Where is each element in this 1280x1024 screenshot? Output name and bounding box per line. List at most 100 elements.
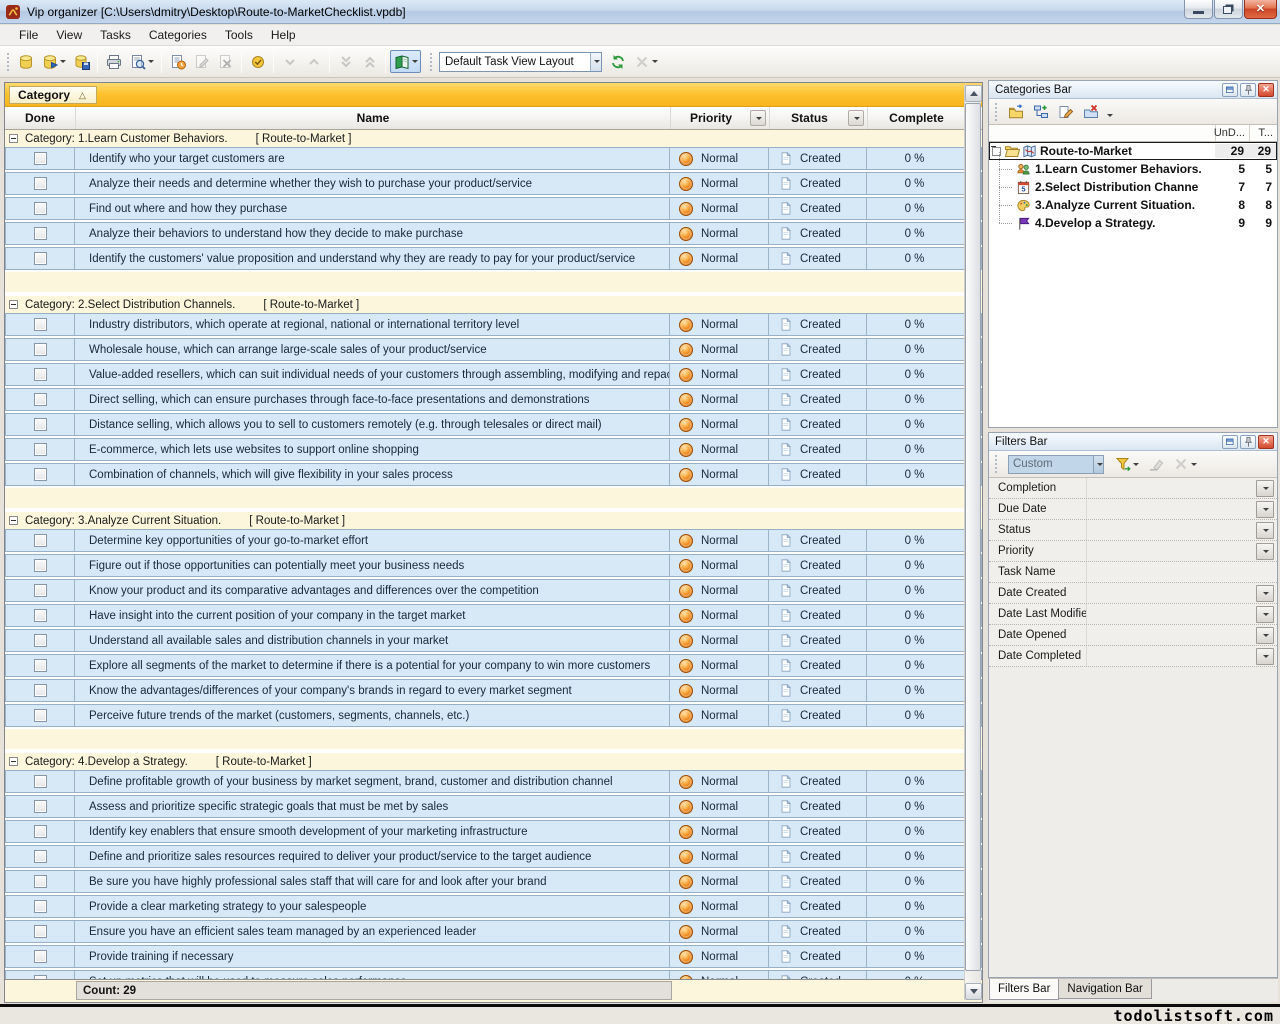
panel-collapse-button[interactable] (1222, 435, 1238, 449)
menu-tasks[interactable]: Tasks (91, 25, 140, 46)
filter-dropdown-button[interactable] (1256, 543, 1274, 560)
filter-dropdown-button[interactable] (1256, 522, 1274, 539)
tree-item-category-1[interactable]: 1.Learn Customer Behaviors.55 (989, 160, 1277, 178)
collapse-group-icon[interactable] (9, 516, 18, 525)
open-database-button[interactable] (38, 50, 69, 73)
table-row[interactable]: Ensure you have an efficient sales team … (5, 920, 982, 943)
chevron-down-icon[interactable] (1133, 463, 1139, 466)
done-checkbox[interactable] (34, 800, 47, 813)
apply-filter-button[interactable] (1112, 454, 1142, 474)
done-checkbox[interactable] (34, 177, 47, 190)
collapse-group-icon[interactable] (9, 134, 18, 143)
done-checkbox[interactable] (34, 900, 47, 913)
table-row[interactable]: Know your product and its comparative ad… (5, 579, 982, 602)
filter-dropdown-button[interactable] (1256, 627, 1274, 644)
delete-layout-button[interactable] (630, 50, 661, 73)
done-checkbox[interactable] (34, 875, 47, 888)
menu-file[interactable]: File (10, 25, 47, 46)
complete-task-button[interactable] (246, 50, 269, 73)
table-row[interactable]: Assess and prioritize specific strategic… (5, 795, 982, 818)
done-checkbox[interactable] (34, 950, 47, 963)
table-row[interactable]: Provide training if necessaryNormalCreat… (5, 945, 982, 968)
chevron-down-icon[interactable] (60, 60, 66, 63)
move-bottom-button[interactable] (334, 50, 357, 73)
scroll-up-button[interactable] (965, 85, 982, 102)
priority-filter-dropdown[interactable] (750, 110, 766, 126)
column-header-name[interactable]: Name (76, 107, 671, 129)
chevron-down-icon[interactable] (1093, 456, 1103, 473)
table-row[interactable]: Perceive future trends of the market (cu… (5, 704, 982, 727)
chevron-down-icon[interactable] (590, 53, 601, 71)
toolbar-grip[interactable] (429, 51, 434, 73)
done-checkbox[interactable] (34, 775, 47, 788)
collapse-group-icon[interactable] (9, 757, 18, 766)
table-row[interactable]: Define profitable growth of your busines… (5, 770, 982, 793)
done-checkbox[interactable] (34, 227, 47, 240)
done-checkbox[interactable] (34, 584, 47, 597)
done-checkbox[interactable] (34, 659, 47, 672)
category-group-row[interactable]: Category: 4.Develop a Strategy.[ Route-t… (5, 753, 982, 770)
table-row[interactable]: Identify who your target customers areNo… (5, 147, 982, 170)
column-header-priority[interactable]: Priority (671, 107, 770, 129)
table-row[interactable]: Combination of channels, which will give… (5, 463, 982, 486)
filter-dropdown-button[interactable] (1256, 585, 1274, 602)
menu-tools[interactable]: Tools (216, 25, 262, 46)
done-checkbox[interactable] (34, 634, 47, 647)
print-button[interactable] (102, 50, 125, 73)
layout-combo[interactable]: Default Task View Layout (439, 52, 602, 72)
filter-dropdown-button[interactable] (1256, 648, 1274, 665)
notes-panel-button[interactable] (390, 50, 421, 73)
table-row[interactable]: Set up metrics that will be used to meas… (5, 970, 982, 979)
restore-button[interactable] (1214, 0, 1243, 19)
done-checkbox[interactable] (34, 609, 47, 622)
tab-filters-bar[interactable]: Filters Bar (989, 979, 1059, 1000)
table-row[interactable]: Identify key enablers that ensure smooth… (5, 820, 982, 843)
new-category-button[interactable] (1005, 102, 1027, 122)
edit-category-button[interactable] (1055, 102, 1077, 122)
category-sort-button[interactable]: Category △ (9, 86, 97, 104)
tree-item-route-to-market[interactable]: Route-to-Market2929 (989, 142, 1277, 160)
apply-layout-button[interactable] (606, 50, 629, 73)
menu-view[interactable]: View (47, 25, 91, 46)
done-checkbox[interactable] (34, 684, 47, 697)
column-header-complete[interactable]: Complete (868, 107, 965, 129)
done-checkbox[interactable] (34, 252, 47, 265)
table-row[interactable]: Have insight into the current position o… (5, 604, 982, 627)
clear-filter-button[interactable] (1145, 454, 1167, 474)
chevron-down-icon[interactable] (1191, 463, 1197, 466)
category-group-row[interactable]: Category: 1.Learn Customer Behaviors.[ R… (5, 130, 982, 147)
table-row[interactable]: Provide a clear marketing strategy to yo… (5, 895, 982, 918)
table-row[interactable]: Define and prioritize sales resources re… (5, 845, 982, 868)
table-row[interactable]: Identify the customers' value propositio… (5, 247, 982, 270)
done-checkbox[interactable] (34, 559, 47, 572)
toolbar-overflow-icon[interactable] (1107, 114, 1113, 117)
done-checkbox[interactable] (34, 925, 47, 938)
tree-item-category-3[interactable]: 3.Analyze Current Situation.88 (989, 196, 1277, 214)
save-database-button[interactable] (70, 50, 93, 73)
collapse-group-icon[interactable] (9, 300, 18, 309)
panel-close-button[interactable]: ✕ (1258, 435, 1274, 449)
panel-collapse-button[interactable] (1222, 83, 1238, 97)
done-checkbox[interactable] (34, 534, 47, 547)
done-checkbox[interactable] (34, 368, 47, 381)
minimize-button[interactable] (1184, 0, 1213, 19)
done-checkbox[interactable] (34, 418, 47, 431)
category-group-row[interactable]: Category: 3.Analyze Current Situation.[ … (5, 512, 982, 529)
chevron-down-icon[interactable] (412, 60, 418, 63)
tree-column-undone[interactable]: UnD... (1214, 127, 1245, 139)
table-row[interactable]: Be sure you have highly professional sal… (5, 870, 982, 893)
new-database-button[interactable] (14, 50, 37, 73)
table-row[interactable]: Distance selling, which allows you to se… (5, 413, 982, 436)
done-checkbox[interactable] (34, 443, 47, 456)
table-row[interactable]: Analyze their needs and determine whethe… (5, 172, 982, 195)
table-row[interactable]: Know the advantages/differences of your … (5, 679, 982, 702)
delete-category-button[interactable] (1080, 102, 1102, 122)
done-checkbox[interactable] (34, 709, 47, 722)
table-row[interactable]: Determine key opportunities of your go-t… (5, 529, 982, 552)
new-task-button[interactable] (166, 50, 189, 73)
table-row[interactable]: Industry distributors, which operate at … (5, 313, 982, 336)
done-checkbox[interactable] (34, 202, 47, 215)
print-preview-button[interactable] (126, 50, 157, 73)
done-checkbox[interactable] (34, 318, 47, 331)
table-row[interactable]: Figure out if those opportunities can po… (5, 554, 982, 577)
